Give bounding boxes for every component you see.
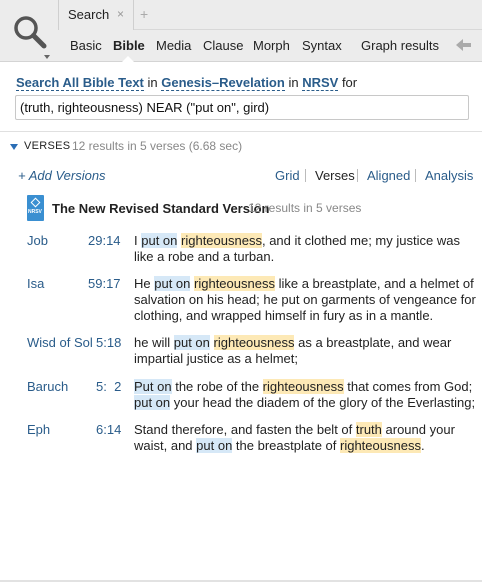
collapse-triangle-icon[interactable] [10, 144, 18, 150]
verse-text[interactable]: I put on righteousness, and it clothed m… [134, 233, 476, 265]
tab-label: Search [68, 7, 110, 22]
results-header: VERSES 12 results in 5 verses (6.68 sec) [0, 138, 482, 156]
highlighted-term: put on [196, 438, 233, 453]
version-result-count: 12 results in 5 verses [248, 201, 362, 215]
verse-text[interactable]: Stand therefore, and fasten the belt of … [134, 422, 476, 454]
verse-text[interactable]: he will put on righteousness as a breast… [134, 335, 476, 367]
row-ref-wisd-of-sol[interactable]: 5:18 [96, 335, 121, 350]
chevron-down-icon[interactable] [44, 55, 50, 59]
nav-clause[interactable]: Clause [203, 38, 243, 53]
nav-morph[interactable]: Morph [253, 38, 290, 53]
verse-text-fragment: He [134, 276, 155, 291]
back-arrow-icon[interactable] [456, 38, 472, 52]
version-title[interactable]: The New Revised Standard Version [52, 201, 269, 216]
search-icon[interactable] [12, 14, 48, 50]
range-link[interactable]: Genesis–Revelation [161, 75, 285, 91]
nav-bible[interactable]: Bible [113, 38, 145, 53]
row-ref-job[interactable]: 29:14 [88, 233, 121, 248]
verse-text-fragment: that comes from God; [343, 379, 473, 394]
verse-text-fragment: he will [134, 335, 174, 350]
query-panel: Search All Bible Text in Genesis–Revelat… [0, 62, 482, 132]
add-tab-icon[interactable]: + [140, 6, 148, 22]
version-badge-label: NRSV [28, 209, 42, 215]
highlighted-term: put on [134, 395, 171, 410]
add-versions-link[interactable]: + Add Versions [18, 168, 106, 183]
query-for-label: for [341, 75, 358, 90]
view-verses[interactable]: Verses [315, 168, 355, 183]
highlighted-term: put on [141, 233, 178, 248]
verse-text-fragment: your head the diadem of the glory of the… [170, 395, 476, 410]
row-ref-eph[interactable]: 6:14 [96, 422, 121, 437]
nav-media[interactable]: Media [156, 38, 191, 53]
highlighted-term: righteousness [213, 335, 295, 350]
verse-text-fragment: the robe of the [171, 379, 263, 394]
row-ref-isa[interactable]: 59:17 [88, 276, 121, 291]
row-book-isa[interactable]: Isa [27, 276, 44, 291]
version-link[interactable]: NRSV [302, 75, 339, 91]
row-book-eph[interactable]: Eph [27, 422, 50, 437]
tab-strip-divider [134, 29, 482, 30]
view-separator [415, 169, 416, 182]
results-summary: 12 results in 5 verses (6.68 sec) [72, 139, 243, 153]
highlighted-term: righteousness [181, 233, 262, 248]
row-book-wisd-of-sol[interactable]: Wisd of Sol [27, 335, 93, 350]
row-ref-baruch[interactable]: 5: 2 [96, 379, 121, 394]
search-scope-link[interactable]: Search All Bible Text [16, 75, 144, 91]
nav-basic[interactable]: Basic [70, 38, 102, 53]
highlighted-term: righteousness [340, 438, 421, 453]
view-analysis[interactable]: Analysis [425, 168, 473, 183]
query-in-label-2: in [288, 75, 299, 90]
verse-text-fragment: the breastplate of [232, 438, 340, 453]
highlighted-term: Put on [134, 379, 172, 394]
section-title: VERSES [24, 140, 71, 152]
verse-text[interactable]: He put on righteousness like a breastpla… [134, 276, 476, 324]
highlighted-term: put on [154, 276, 191, 291]
row-book-job[interactable]: Job [27, 233, 48, 248]
query-in-label: in [147, 75, 158, 90]
view-grid[interactable]: Grid [275, 168, 300, 183]
verse-text-fragment: Stand therefore, and fasten the belt of [134, 422, 356, 437]
highlighted-term: put on [173, 335, 210, 350]
toolbar: Search × + Basic Bible Media Clause Morp… [0, 0, 482, 62]
row-book-baruch[interactable]: Baruch [27, 379, 68, 394]
verse-text[interactable]: Put on the robe of the righteousness tha… [134, 379, 476, 411]
view-separator [357, 169, 358, 182]
nav-syntax[interactable]: Syntax [302, 38, 342, 53]
highlighted-term: righteousness [262, 379, 344, 394]
view-aligned[interactable]: Aligned [367, 168, 410, 183]
view-separator [305, 169, 306, 182]
highlighted-term: truth [355, 422, 382, 437]
search-input[interactable] [15, 95, 469, 120]
query-description: Search All Bible Text in Genesis–Revelat… [16, 75, 358, 91]
verse-text-fragment: . [420, 438, 425, 453]
tab-search[interactable]: Search × [58, 0, 134, 30]
bible-version-icon: NRSV [27, 195, 44, 221]
nav-graph-results[interactable]: Graph results [361, 38, 439, 53]
verse-text-fragment [210, 335, 214, 350]
highlighted-term: righteousness [194, 276, 275, 291]
tab-close-icon[interactable]: × [117, 8, 124, 20]
